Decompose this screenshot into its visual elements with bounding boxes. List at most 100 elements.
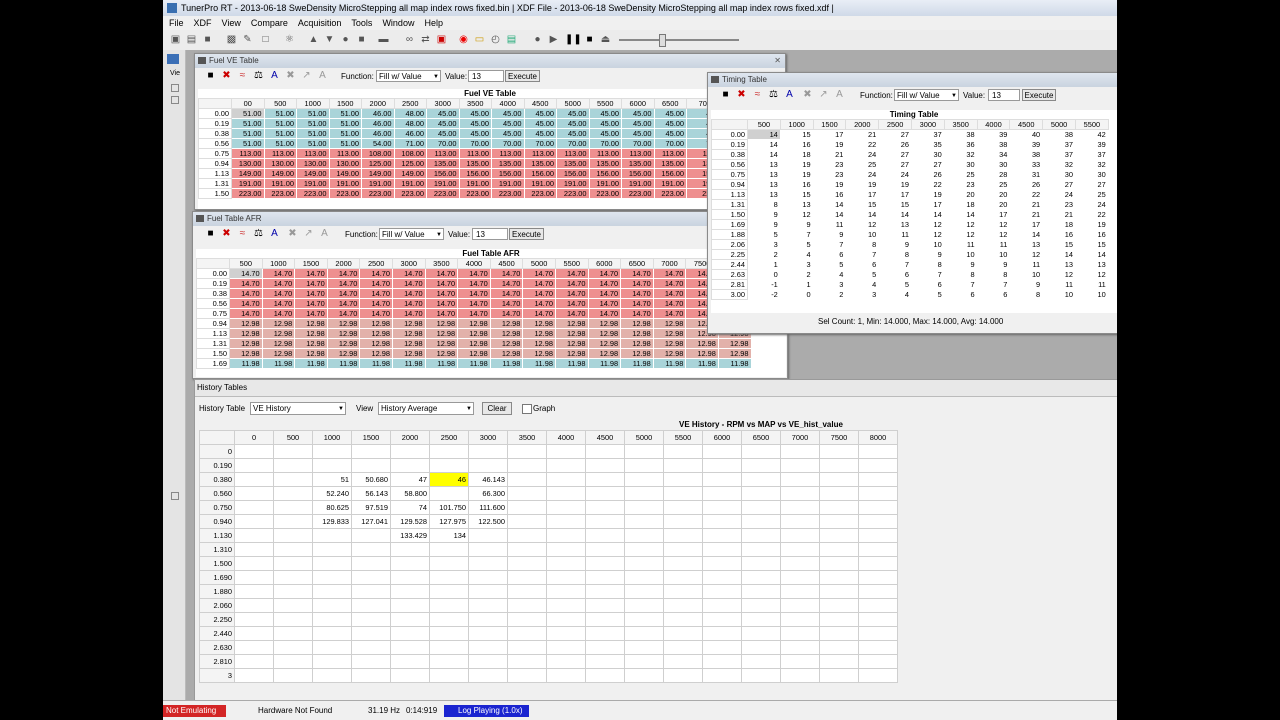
execute-button[interactable]: Execute <box>505 70 540 82</box>
history-cell[interactable] <box>351 444 391 459</box>
history-cell[interactable] <box>585 486 625 501</box>
arrow-up-icon[interactable]: ▲ <box>307 33 320 46</box>
table-cell[interactable]: 12.98 <box>261 338 296 349</box>
history-cell[interactable] <box>234 486 274 501</box>
table-cell[interactable]: 149.00 <box>231 168 265 179</box>
table-cell[interactable]: 45.00 <box>458 108 492 119</box>
history-cell[interactable]: 52.240 <box>312 486 352 501</box>
history-cell[interactable] <box>273 570 313 585</box>
history-cell[interactable] <box>858 626 898 641</box>
table-cell[interactable]: 12 <box>1074 269 1109 280</box>
table-cell[interactable]: 51.00 <box>296 108 330 119</box>
table-cell[interactable]: 11.98 <box>294 358 328 369</box>
history-cell[interactable] <box>546 640 586 655</box>
history-cell[interactable] <box>234 626 274 641</box>
history-cell[interactable] <box>429 570 469 585</box>
history-cell[interactable] <box>624 542 664 557</box>
table-cell[interactable]: 45.00 <box>491 108 525 119</box>
history-cell[interactable] <box>351 458 391 473</box>
history-cell[interactable] <box>780 486 820 501</box>
table-cell[interactable]: 14.70 <box>554 268 589 279</box>
table-cell[interactable]: 12.98 <box>620 348 654 359</box>
table-cell[interactable]: 12.98 <box>522 348 556 359</box>
history-cell[interactable] <box>663 486 703 501</box>
history-cell[interactable] <box>273 668 313 683</box>
history-cell[interactable] <box>702 570 742 585</box>
table-cell[interactable]: 30 <box>1042 169 1076 180</box>
font-icon[interactable]: A <box>784 89 795 101</box>
letter-icon[interactable]: A <box>319 228 330 240</box>
table-cell[interactable]: 39 <box>1009 139 1044 150</box>
table-cell[interactable]: 51.00 <box>231 138 265 149</box>
history-cell[interactable] <box>585 542 625 557</box>
table-cell[interactable]: 13 <box>779 199 814 210</box>
menu-file[interactable]: File <box>169 18 184 28</box>
history-cell[interactable] <box>507 598 547 613</box>
table-cell[interactable]: 14.70 <box>391 278 426 289</box>
table-cell[interactable]: 14.70 <box>261 308 296 319</box>
table-cell[interactable]: 14.70 <box>554 288 589 299</box>
history-cell[interactable] <box>819 556 859 571</box>
table-cell[interactable]: 5 <box>747 229 781 240</box>
table-cell[interactable]: 11.98 <box>522 358 556 369</box>
history-cell[interactable] <box>351 668 391 683</box>
table-cell[interactable]: 17 <box>845 189 880 200</box>
history-cell[interactable] <box>663 458 703 473</box>
history-cell[interactable] <box>780 500 820 515</box>
table-cell[interactable]: 11 <box>1074 279 1109 290</box>
history-cell[interactable] <box>546 514 586 529</box>
history-cell[interactable] <box>546 668 586 683</box>
table-cell[interactable]: 12 <box>910 219 945 230</box>
table-cell[interactable]: 18 <box>779 149 814 160</box>
table-cell[interactable]: 22 <box>1009 189 1044 200</box>
table-cell[interactable]: 30 <box>1074 169 1109 180</box>
history-cell[interactable] <box>273 640 313 655</box>
history-cell[interactable] <box>585 570 625 585</box>
table-cell[interactable]: 191.00 <box>426 178 460 189</box>
table-cell[interactable]: 11 <box>976 239 1011 250</box>
table-cell[interactable]: 223.00 <box>361 188 395 199</box>
table-cell[interactable]: 14.70 <box>554 298 589 309</box>
table-cell[interactable]: 30 <box>943 159 978 170</box>
table-cell[interactable]: 14.70 <box>326 278 361 289</box>
trend-icon[interactable]: ↗ <box>301 70 312 82</box>
table-cell[interactable]: 17 <box>812 129 847 140</box>
table-cell[interactable]: 27 <box>878 129 912 140</box>
table-cell[interactable]: 11 <box>1009 259 1044 270</box>
history-cell[interactable] <box>819 542 859 557</box>
table-cell[interactable]: 11.98 <box>326 358 361 369</box>
table-cell[interactable]: 14.70 <box>424 288 459 299</box>
tree-expand-icon[interactable] <box>171 96 179 104</box>
history-cell[interactable] <box>312 444 352 459</box>
table-cell[interactable]: 51.00 <box>263 138 297 149</box>
table-cell[interactable]: 14.70 <box>620 268 654 279</box>
history-cell[interactable] <box>780 528 820 543</box>
table-cell[interactable]: 223.00 <box>393 188 427 199</box>
table-cell[interactable]: 70.00 <box>426 138 460 149</box>
history-cell[interactable] <box>819 486 859 501</box>
table-cell[interactable]: 12.98 <box>359 338 393 349</box>
table-cell[interactable]: 14.70 <box>620 288 654 299</box>
table-cell[interactable]: 12.98 <box>554 318 589 329</box>
history-cell[interactable]: 46.143 <box>468 472 508 487</box>
table-cell[interactable]: 1 <box>779 279 814 290</box>
table-cell[interactable]: 10 <box>1042 289 1076 300</box>
table-cell[interactable]: 14.70 <box>261 298 296 309</box>
table-cell[interactable]: 45.00 <box>588 128 622 139</box>
table-cell[interactable]: 156.00 <box>458 168 492 179</box>
note-icon[interactable]: ▭ <box>473 33 486 46</box>
menu-view[interactable]: View <box>222 18 241 28</box>
table-cell[interactable]: 12.98 <box>457 338 491 349</box>
letter-icon[interactable]: A <box>317 70 328 82</box>
history-cell[interactable] <box>858 654 898 669</box>
history-cell[interactable] <box>546 528 586 543</box>
cut-icon[interactable]: ✖ <box>285 70 296 82</box>
table-cell[interactable]: 20 <box>976 189 1011 200</box>
table-cell[interactable]: 11.98 <box>489 358 524 369</box>
history-cell[interactable] <box>273 542 313 557</box>
history-cell[interactable] <box>624 444 664 459</box>
table-cell[interactable]: 12.98 <box>457 348 491 359</box>
table-cell[interactable]: 5 <box>812 259 847 270</box>
table-cell[interactable]: 51.00 <box>296 118 330 129</box>
close-icon[interactable]: ✕ <box>774 54 781 68</box>
